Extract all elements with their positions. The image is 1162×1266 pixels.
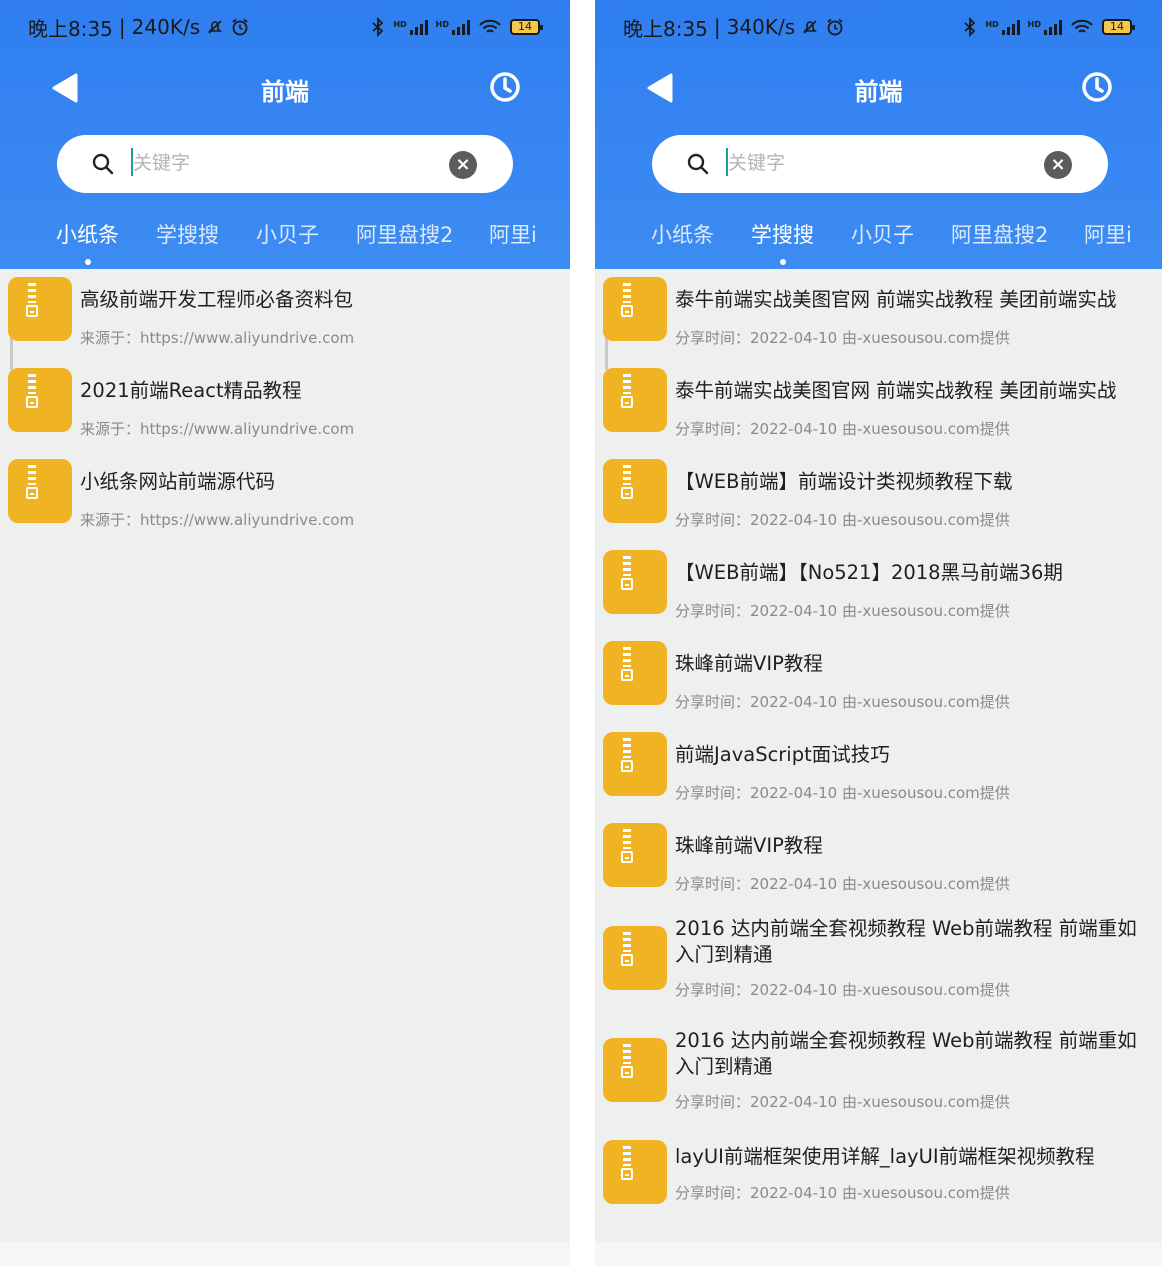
battery-icon: 14: [510, 19, 543, 35]
page-title: 前端: [854, 78, 903, 106]
tab-alipansou2[interactable]: 阿里盘搜2: [951, 219, 1048, 249]
zip-file-icon: [603, 277, 667, 341]
search-icon: [687, 153, 709, 175]
bluetooth-icon: [372, 17, 384, 37]
item-title: 2016 达内前端全套视频教程 Web前端教程 前端重如入门到精通: [675, 917, 1137, 966]
tab-xuesousou[interactable]: 学搜搜: [751, 219, 814, 249]
status-bar: 晚上8:35 | 240K/s HD HD 14: [28, 12, 543, 42]
zip-file-icon: [603, 1038, 667, 1102]
zip-file-icon: [603, 641, 667, 705]
signal-strength-1-icon: HD: [393, 19, 428, 35]
active-tab-indicator: [780, 259, 786, 265]
item-title: 泰牛前端实战美图官网 前端实战教程 美团前端实战: [675, 288, 1117, 311]
zip-file-icon: [603, 368, 667, 432]
header: 晚上8:35 | 240K/s HD HD 14 前端 ×: [0, 0, 570, 269]
search-icon: [92, 153, 114, 175]
source-tabs: 小纸条 学搜搜 小贝子 阿里盘搜2 阿里i: [595, 215, 1162, 269]
item-share-info: 分享时间：2022-04-10 由-xuesousou.com提供: [675, 511, 1010, 529]
item-share-info: 分享时间：2022-04-10 由-xuesousou.com提供: [675, 602, 1010, 620]
status-net-speed: 340K/s: [726, 15, 796, 39]
item-share-info: 分享时间：2022-04-10 由-xuesousou.com提供: [675, 1093, 1010, 1111]
history-clock-icon[interactable]: [1080, 70, 1114, 104]
search-box[interactable]: ×: [652, 135, 1108, 193]
item-share-info: 分享时间：2022-04-10 由-xuesousou.com提供: [675, 693, 1010, 711]
history-clock-icon[interactable]: [488, 70, 522, 104]
item-title: 2021前端React精品教程: [80, 379, 302, 402]
search-input[interactable]: [728, 145, 1028, 181]
tab-xiaozhitiao[interactable]: 小纸条: [56, 219, 119, 249]
alarm-icon: [827, 18, 843, 36]
item-share-info: 分享时间：2022-04-10 由-xuesousou.com提供: [675, 329, 1010, 347]
zip-file-icon: [8, 459, 72, 523]
item-share-info: 分享时间：2022-04-10 由-xuesousou.com提供: [675, 1184, 1010, 1202]
zip-file-icon: [603, 823, 667, 887]
zip-file-icon: [603, 550, 667, 614]
nav-bar: 前端: [595, 60, 1162, 116]
nav-bar: 前端: [0, 60, 570, 116]
signal-strength-2-icon: HD: [436, 19, 470, 35]
zip-file-icon: [8, 368, 72, 432]
tab-xiaozhitiao[interactable]: 小纸条: [651, 219, 714, 249]
zip-file-icon: [603, 1140, 667, 1204]
item-title: 小纸条网站前端源代码: [80, 470, 276, 493]
tab-xiaobeizi[interactable]: 小贝子: [851, 219, 914, 249]
clear-search-icon[interactable]: ×: [1044, 151, 1072, 179]
item-share-info: 分享时间：2022-04-10 由-xuesousou.com提供: [675, 981, 1010, 999]
wifi-icon: [479, 19, 501, 33]
bottom-bar: [0, 1242, 570, 1266]
zip-file-icon: [603, 926, 667, 990]
header: 晚上8:35 | 340K/s HD HD 14 前端 ×: [595, 0, 1162, 269]
search-input[interactable]: [133, 145, 433, 181]
item-source: 来源于：https://www.aliyundrive.com: [80, 511, 355, 529]
item-title: 泰牛前端实战美图官网 前端实战教程 美团前端实战: [675, 379, 1117, 402]
status-net-speed: 240K/s: [131, 15, 201, 39]
page-title: 前端: [261, 78, 309, 106]
zip-file-icon: [603, 732, 667, 796]
item-share-info: 分享时间：2022-04-10 由-xuesousou.com提供: [675, 875, 1010, 893]
tab-xuesousou[interactable]: 学搜搜: [156, 219, 219, 249]
item-title: layUI前端框架使用详解_layUI前端框架视频教程: [675, 1145, 1095, 1168]
alarm-icon: [232, 18, 248, 36]
source-tabs: 小纸条 学搜搜 小贝子 阿里盘搜2 阿里i: [0, 215, 570, 269]
active-tab-indicator: [85, 259, 91, 265]
status-time: 晚上8:35: [28, 16, 113, 41]
wifi-icon: [1071, 19, 1093, 33]
item-title: 珠峰前端VIP教程: [675, 834, 823, 857]
battery-icon: 14: [1102, 19, 1135, 35]
item-share-info: 分享时间：2022-04-10 由-xuesousou.com提供: [675, 420, 1010, 438]
mute-bell-icon: [803, 20, 818, 34]
item-share-info: 分享时间：2022-04-10 由-xuesousou.com提供: [675, 784, 1010, 802]
signal-strength-1-icon: HD: [985, 19, 1020, 35]
phone-screen-left: 晚上8:35 | 240K/s HD HD 14 前端 ×: [0, 0, 570, 1266]
item-source: 来源于：https://www.aliyundrive.com: [80, 420, 355, 438]
item-title: 珠峰前端VIP教程: [675, 652, 823, 675]
bottom-bar: [595, 1242, 1162, 1266]
bluetooth-icon: [964, 17, 976, 37]
zip-file-icon: [8, 277, 72, 341]
item-title: 高级前端开发工程师必备资料包: [80, 288, 354, 311]
mute-bell-icon: [208, 20, 223, 34]
tab-ali-more[interactable]: 阿里i: [1084, 219, 1132, 249]
item-title: 2016 达内前端全套视频教程 Web前端教程 前端重如入门到精通: [675, 1029, 1137, 1078]
item-title: 前端JavaScript面试技巧: [675, 743, 890, 766]
tab-alipansou2[interactable]: 阿里盘搜2: [356, 219, 453, 249]
tab-ali-more[interactable]: 阿里i: [489, 219, 537, 249]
tab-xiaobeizi[interactable]: 小贝子: [256, 219, 319, 249]
item-source: 来源于：https://www.aliyundrive.com: [80, 329, 355, 347]
phone-screen-right: 晚上8:35 | 340K/s HD HD 14 前端 ×: [595, 0, 1162, 1266]
status-time: 晚上8:35: [623, 16, 708, 41]
item-title: 【WEB前端】【No521】2018黑马前端36期: [675, 561, 1063, 584]
item-title: 【WEB前端】前端设计类视频教程下载: [675, 470, 1013, 493]
zip-file-icon: [603, 459, 667, 523]
signal-strength-2-icon: HD: [1028, 19, 1062, 35]
clear-search-icon[interactable]: ×: [449, 151, 477, 179]
status-bar: 晚上8:35 | 340K/s HD HD 14: [623, 12, 1135, 42]
search-box[interactable]: ×: [57, 135, 513, 193]
